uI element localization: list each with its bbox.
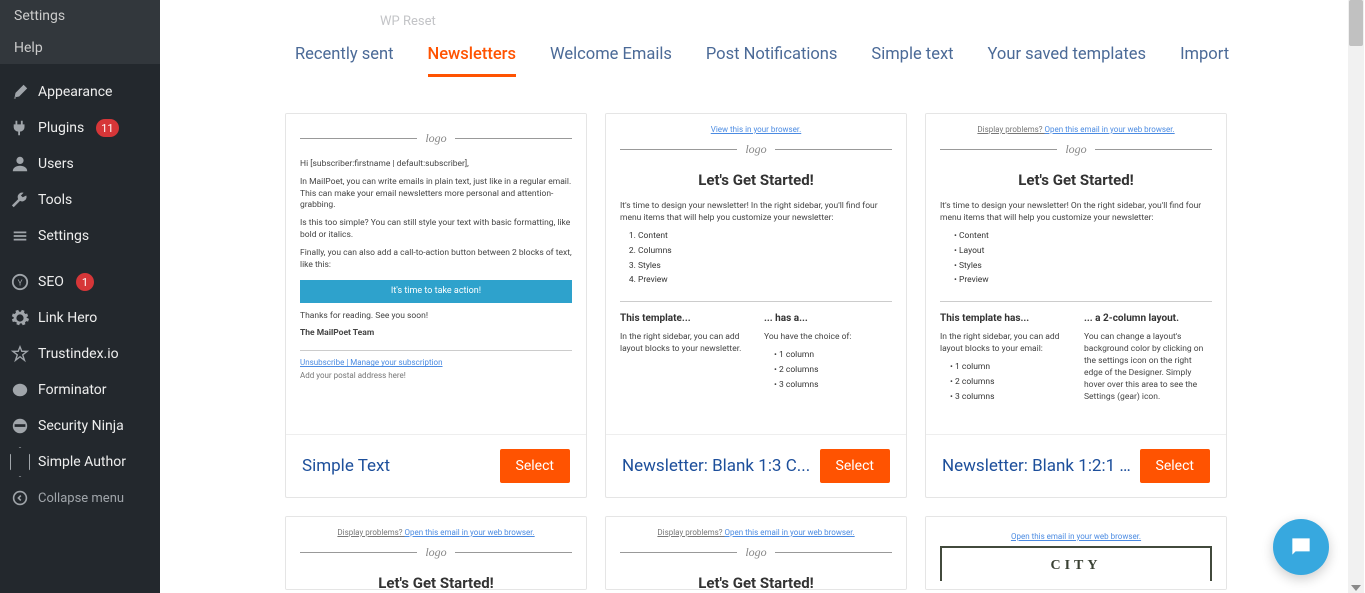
template-title: Newsletter: Blank 1:3 C... xyxy=(622,456,810,476)
template-preview[interactable]: View this in your browser. logo Let's Ge… xyxy=(606,114,906,434)
select-button[interactable]: Select xyxy=(1140,449,1210,483)
sidebar-item-forminator[interactable]: Forminator xyxy=(0,372,160,408)
sidebar-item-seo[interactable]: YSEO1 xyxy=(0,264,160,300)
sliders-icon xyxy=(10,226,30,246)
collapse-icon xyxy=(10,488,30,508)
template-preview[interactable]: Display problems? Open this email in you… xyxy=(286,517,586,589)
seo-badge: 1 xyxy=(76,273,94,291)
gear-icon xyxy=(10,308,30,328)
leaf-icon: ❦ xyxy=(1068,583,1082,589)
tab-simple-text[interactable]: Simple text xyxy=(871,39,953,77)
template-grid: logo Hi [subscriber:firstname | default:… xyxy=(160,77,1365,590)
sidebar-item-plugins[interactable]: Plugins11 xyxy=(0,110,160,146)
sidebar-item-securityninja[interactable]: Security Ninja xyxy=(0,408,160,444)
template-card: Display problems? Open this email in you… xyxy=(285,516,587,590)
template-card: Open this email in your web browser. CIT… xyxy=(925,516,1227,590)
template-card: View this in your browser. logo Let's Ge… xyxy=(605,113,907,498)
tab-saved-templates[interactable]: Your saved templates xyxy=(988,39,1147,77)
sidebar-sub-settings[interactable]: Settings xyxy=(0,0,160,32)
select-button[interactable]: Select xyxy=(820,449,890,483)
sidebar-sub-help[interactable]: Help xyxy=(0,32,160,64)
svg-text:Y: Y xyxy=(18,278,23,288)
ninja-icon xyxy=(10,416,30,436)
template-preview[interactable]: logo Hi [subscriber:firstname | default:… xyxy=(286,114,586,434)
plug-icon xyxy=(10,118,30,138)
template-title: Simple Text xyxy=(302,456,390,476)
seo-icon: Y xyxy=(10,272,30,292)
sidebar-item-linkhero[interactable]: Link Hero xyxy=(0,300,160,336)
brush-icon xyxy=(10,82,30,102)
tab-newsletters[interactable]: Newsletters xyxy=(428,39,516,77)
sidebar-item-simpleauthor[interactable]: Simple Author xyxy=(0,444,160,480)
scrollbar-thumb[interactable] xyxy=(1349,0,1363,46)
sidebar-item-appearance[interactable]: Appearance xyxy=(0,74,160,110)
tab-import[interactable]: Import xyxy=(1180,39,1229,77)
chat-fab[interactable] xyxy=(1273,519,1329,575)
tab-post-notifications[interactable]: Post Notifications xyxy=(706,39,838,77)
template-preview[interactable]: Open this email in your web browser. CIT… xyxy=(926,517,1226,589)
cta-button: It's time to take action! xyxy=(300,280,572,303)
topline-text: WP Reset xyxy=(160,0,1365,29)
user-icon xyxy=(10,154,30,174)
chat-icon xyxy=(1288,534,1314,560)
template-card: Display problems? Open this email in you… xyxy=(605,516,907,590)
scroll-down-icon[interactable] xyxy=(1351,585,1361,591)
template-preview[interactable]: Display problems? Open this email in you… xyxy=(606,517,906,589)
template-card: Display problems? Open this email in you… xyxy=(925,113,1227,498)
collapse-menu[interactable]: Collapse menu xyxy=(0,480,160,516)
template-title: Newsletter: Blank 1:2:1 ... xyxy=(942,456,1132,476)
author-icon xyxy=(10,452,30,472)
sidebar-item-settings[interactable]: Settings xyxy=(0,218,160,254)
template-preview[interactable]: Display problems? Open this email in you… xyxy=(926,114,1226,434)
template-tabs: Recently sent Newsletters Welcome Emails… xyxy=(160,29,1365,77)
select-button[interactable]: Select xyxy=(500,449,570,483)
scrollbar-track[interactable] xyxy=(1348,0,1364,593)
star-icon xyxy=(10,344,30,364)
sidebar-item-trustindex[interactable]: Trustindex.io xyxy=(0,336,160,372)
tab-recently-sent[interactable]: Recently sent xyxy=(295,39,394,77)
sidebar-item-tools[interactable]: Tools xyxy=(0,182,160,218)
forminator-icon xyxy=(10,380,30,400)
plugins-badge: 11 xyxy=(96,119,118,137)
wrench-icon xyxy=(10,190,30,210)
admin-sidebar: Settings Help Appearance Plugins11 Users… xyxy=(0,0,160,593)
sidebar-item-users[interactable]: Users xyxy=(0,146,160,182)
template-card: logo Hi [subscriber:firstname | default:… xyxy=(285,113,587,498)
main-content: WP Reset Recently sent Newsletters Welco… xyxy=(160,0,1365,593)
tab-welcome-emails[interactable]: Welcome Emails xyxy=(550,39,672,77)
